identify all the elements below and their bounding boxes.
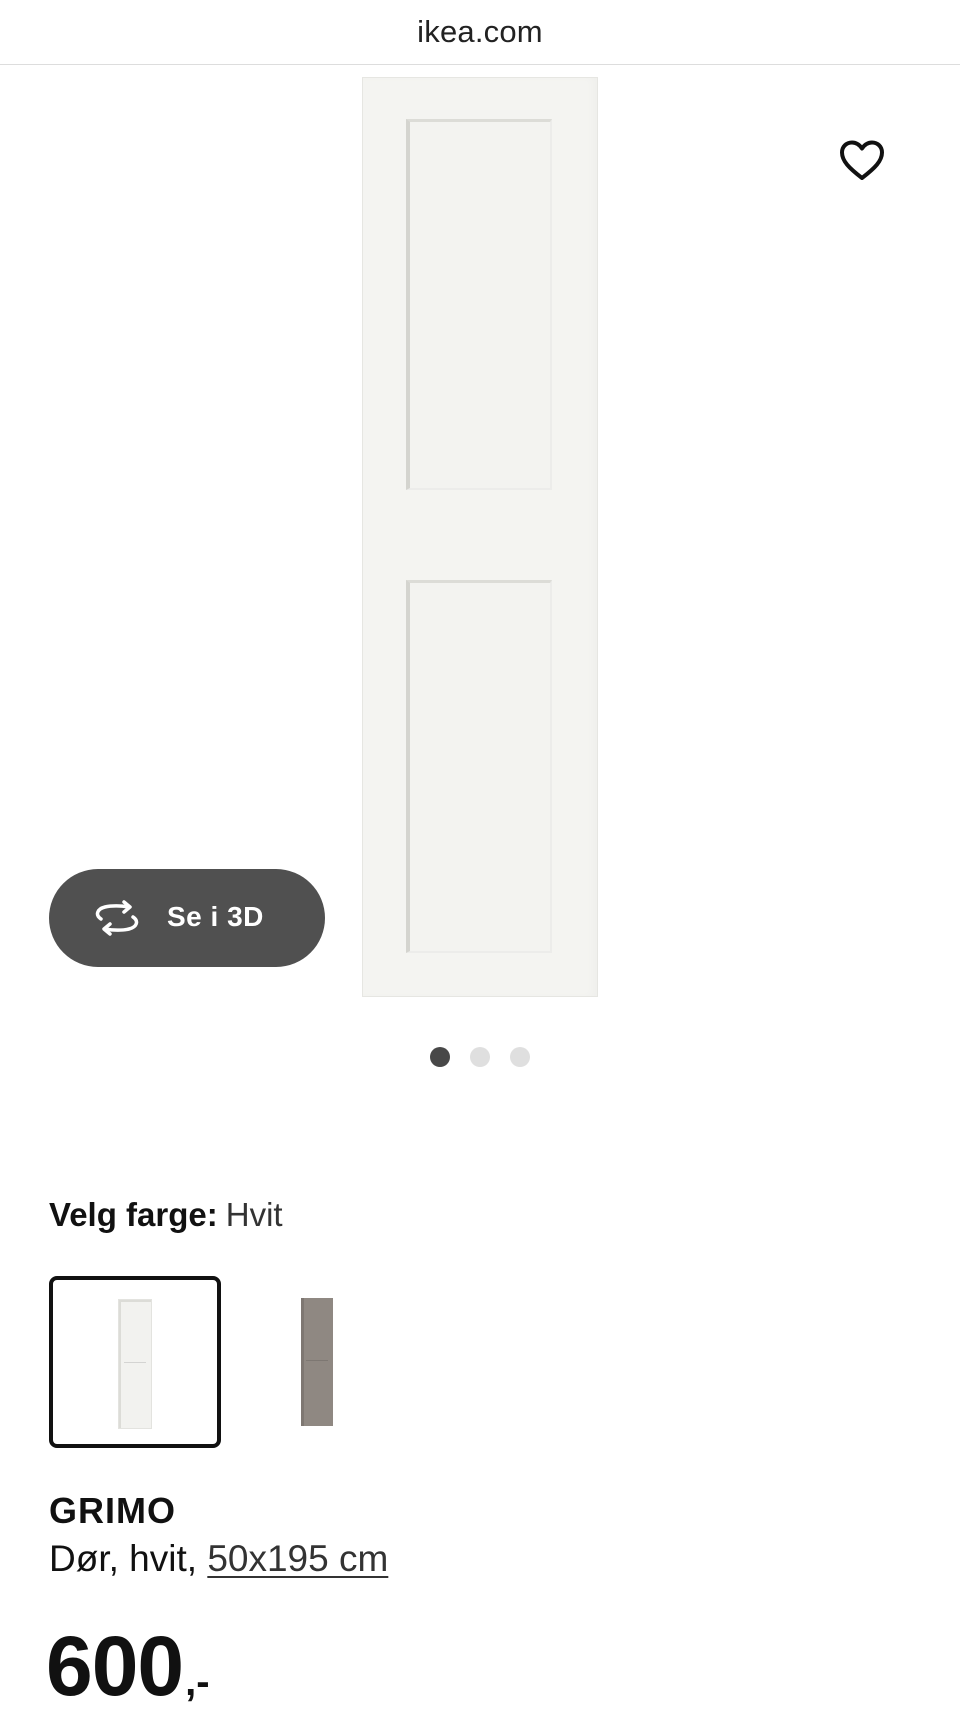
selected-color-value: Hvit: [225, 1196, 283, 1233]
heart-outline-icon: [840, 140, 884, 180]
color-option-white[interactable]: [49, 1276, 221, 1448]
product-size-link[interactable]: 50x195 cm: [207, 1538, 388, 1579]
grey-door-thumbnail: [301, 1298, 333, 1426]
favorite-button[interactable]: [834, 133, 890, 189]
white-door-thumbnail: [119, 1300, 151, 1428]
product-price: 600,-: [46, 1618, 210, 1715]
color-selector-label: Velg farge:: [49, 1196, 218, 1233]
price-suffix: ,-: [185, 1660, 210, 1704]
color-selector-heading: Velg farge: Hvit: [49, 1196, 283, 1234]
url-text[interactable]: ikea.com: [417, 14, 543, 50]
carousel-dot-2[interactable]: [470, 1047, 490, 1067]
product-name: GRIMO: [49, 1490, 176, 1531]
carousel-dot-3[interactable]: [510, 1047, 530, 1067]
view-in-3d-button[interactable]: Se i 3D: [49, 869, 325, 967]
product-description: Dør, hvit, 50x195 cm: [49, 1538, 388, 1580]
carousel-pagination: [430, 1047, 530, 1067]
price-amount: 600: [46, 1619, 184, 1713]
rotate-3d-icon: [95, 900, 139, 936]
door-lower-panel: [406, 580, 552, 953]
product-description-text: Dør, hvit,: [49, 1538, 208, 1579]
thumbnail-seam: [306, 1360, 328, 1361]
view-in-3d-label: Se i 3D: [167, 901, 264, 932]
door-upper-panel: [406, 119, 552, 490]
product-image-gallery[interactable]: Se i 3D: [0, 65, 960, 1065]
browser-address-bar[interactable]: ikea.com: [0, 0, 960, 65]
carousel-dot-1[interactable]: [430, 1047, 450, 1067]
product-image-door: [362, 77, 598, 997]
thumbnail-seam: [124, 1362, 146, 1363]
color-option-grey[interactable]: [231, 1276, 403, 1448]
